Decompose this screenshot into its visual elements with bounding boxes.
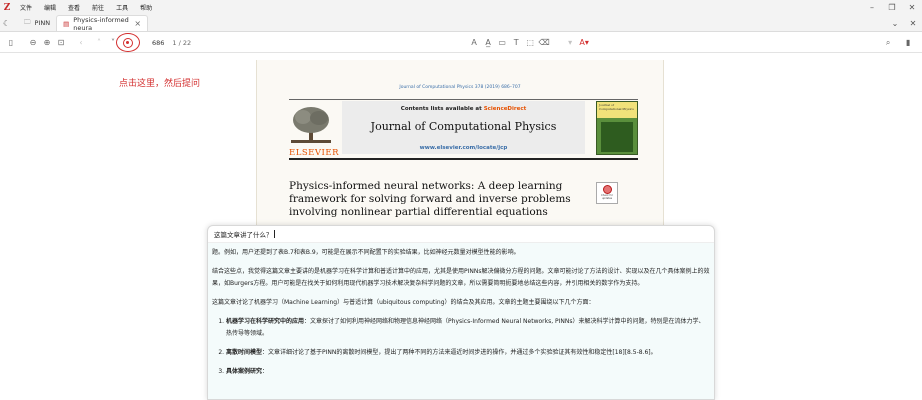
app-logo: Z bbox=[3, 2, 11, 13]
sciencedirect-link[interactable]: ScienceDirect bbox=[484, 106, 527, 112]
font-color-icon[interactable]: A▾ bbox=[577, 36, 591, 50]
close-tab-icon[interactable]: × bbox=[134, 19, 141, 28]
close-window-icon[interactable]: ✕ bbox=[902, 0, 922, 15]
question-input[interactable]: 这篇文章讲了什么？ bbox=[208, 226, 714, 243]
menu-edit[interactable]: 编辑 bbox=[38, 3, 62, 12]
folder-icon: 🗀 bbox=[24, 17, 31, 26]
paper-title: Physics-informed neural networks: A deep… bbox=[289, 180, 571, 218]
menu-file[interactable]: 文件 bbox=[14, 3, 38, 12]
journal-url-link[interactable]: www.elsevier.com/locate/jcp bbox=[342, 145, 585, 151]
area-select-icon[interactable]: ⬚ bbox=[523, 36, 537, 50]
minimize-icon[interactable]: – bbox=[862, 0, 882, 15]
tab-library-label: PINN bbox=[34, 19, 51, 27]
question-text: 这篇文章讲了什么？ bbox=[214, 231, 273, 239]
list-item: 具体案例研究： bbox=[226, 366, 710, 378]
search-icon[interactable]: ⌕ bbox=[881, 36, 895, 50]
pdf-icon: ▤ bbox=[63, 19, 70, 28]
contents-label: Contents lists available at bbox=[400, 106, 484, 112]
zoom-in-icon[interactable]: ⊕ bbox=[40, 36, 54, 50]
zoom-out-icon[interactable]: ⊖ bbox=[26, 36, 40, 50]
eraser-icon[interactable]: ⌫ bbox=[537, 36, 551, 50]
page-indicator: 1 / 22 bbox=[172, 38, 192, 47]
journal-cover: Journal of Computational Physics bbox=[596, 101, 638, 155]
window-controls: – ❐ ✕ bbox=[862, 0, 922, 15]
cover-text: Journal of Computational Physics bbox=[599, 103, 634, 111]
moon-icon: ☾ bbox=[3, 18, 11, 28]
menu-help[interactable]: 帮助 bbox=[134, 3, 158, 12]
close-icon[interactable]: ✕ bbox=[904, 19, 922, 28]
publisher-name: ELSEVIER bbox=[289, 148, 339, 158]
check-updates-icon bbox=[602, 185, 612, 195]
response-paragraph: 结合这些点，我觉得这篇文章主要讲的是机器学习在科学计算和普适计算中的应用，尤其是… bbox=[212, 268, 710, 287]
check-for-updates-badge[interactable]: Check for updates bbox=[596, 182, 618, 204]
journal-title: Journal of Computational Physics bbox=[370, 120, 557, 133]
check-updates-label: Check for updates bbox=[601, 194, 613, 200]
response-paragraph: 这篇文章讨论了机器学习（Machine Learning）与普适计算（ubiqu… bbox=[212, 299, 595, 306]
elsevier-tree-logo bbox=[291, 107, 331, 143]
tab-pdf[interactable]: ▤ Physics-informed neura × bbox=[56, 15, 149, 32]
restore-icon[interactable]: ❐ bbox=[882, 0, 902, 15]
color-picker-icon[interactable]: ▾ bbox=[563, 36, 577, 50]
app-window: Z 文件 编辑 查看 前往 工具 帮助 – ❐ ✕ ☾ 🗀 PINN ▤ Phy… bbox=[0, 0, 922, 400]
context-pane-icon[interactable]: ▮ bbox=[901, 36, 915, 50]
menu-tools[interactable]: 工具 bbox=[110, 3, 134, 12]
citation-line[interactable]: Journal of Computational Physics 378 (20… bbox=[257, 85, 663, 90]
ai-assistant-icon[interactable] bbox=[123, 38, 133, 48]
menu-bar: Z 文件 编辑 查看 前往 工具 帮助 – ❐ ✕ bbox=[0, 0, 922, 15]
tab-pdf-label: Physics-informed neura bbox=[73, 15, 129, 32]
highlight-text-icon[interactable]: A̲ bbox=[481, 36, 495, 50]
sidebar-toggle-icon[interactable]: ▯ bbox=[4, 36, 18, 50]
text-annotation-icon[interactable]: Ａ bbox=[467, 36, 481, 50]
list-item: 离散时间模型：文章详细讨论了基于PINN的离散时间模型，提出了两种不同的方法来逼… bbox=[226, 347, 710, 359]
tab-bar: ☾ 🗀 PINN ▤ Physics-informed neura × ⌄ ✕ bbox=[0, 15, 922, 32]
tab-library[interactable]: 🗀 PINN bbox=[18, 15, 56, 31]
list-item: 机器学习在科学研究中的应用：文章探讨了如何利用神经网络和物理信息神经网络（Phy… bbox=[226, 316, 710, 340]
page-number-input[interactable]: 686 bbox=[152, 39, 164, 47]
journal-header: Contents lists available at ScienceDirec… bbox=[342, 101, 585, 154]
ai-chat-panel: 这篇文章讲了什么？ 题。例如，用户还提到了表B.7和表B.9，可能是在展示不同配… bbox=[207, 225, 715, 400]
fit-page-icon[interactable]: ⊡ bbox=[54, 36, 68, 50]
response-paragraph: 题。例如，用户还提到了表B.7和表B.9，可能是在展示不同配置下的实验结果，比如… bbox=[212, 249, 520, 256]
note-icon[interactable]: ▭ bbox=[495, 36, 509, 50]
response-list: 机器学习在科学研究中的应用：文章探讨了如何利用神经网络和物理信息神经网络（Phy… bbox=[212, 316, 710, 378]
back-icon[interactable]: ‹ bbox=[74, 36, 88, 50]
tab-home[interactable]: ☾ bbox=[0, 15, 18, 31]
instruction-annotation: 点击这里，然后提问 bbox=[119, 79, 201, 89]
chat-response: 题。例如，用户还提到了表B.7和表B.9，可能是在展示不同配置下的实验结果，比如… bbox=[208, 243, 714, 399]
menu-view[interactable]: 查看 bbox=[62, 3, 86, 12]
menu-go[interactable]: 前往 bbox=[86, 3, 110, 12]
page-up-icon[interactable]: ˄ bbox=[92, 36, 106, 50]
text-tool-icon[interactable]: T bbox=[509, 36, 523, 50]
chevron-down-icon[interactable]: ⌄ bbox=[886, 19, 904, 28]
